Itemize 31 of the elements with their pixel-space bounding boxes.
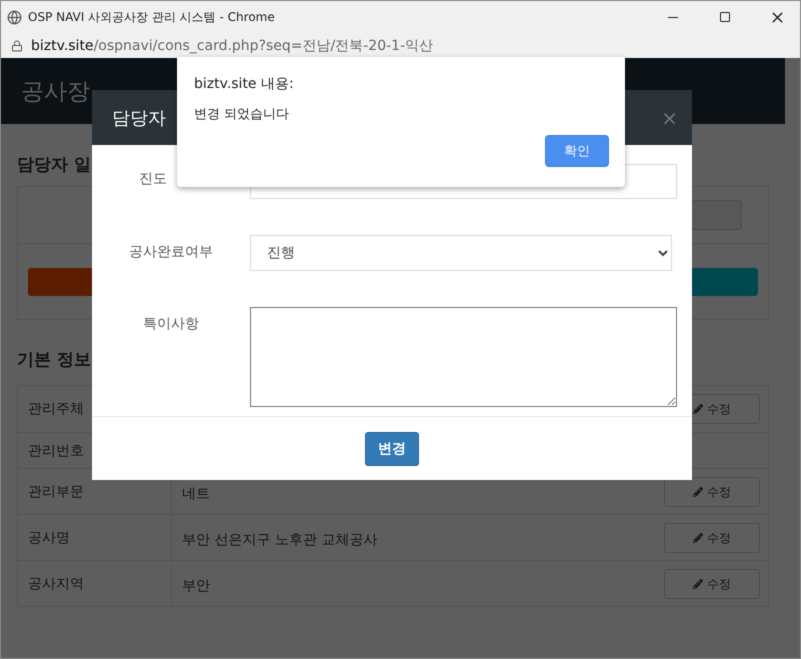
ok-button[interactable]: 확인 — [545, 135, 609, 167]
alert-message: 변경 되었습니다 — [194, 106, 290, 123]
maximize-icon — [719, 11, 731, 23]
modal-title: 담당자 — [112, 106, 166, 130]
window-title: OSP NAVI 사외공사장 관리 시스템 - Chrome — [28, 8, 276, 26]
table-cell: 공사지역 — [18, 561, 172, 606]
edit-button[interactable]: 수정 — [664, 569, 760, 599]
section-title: 기본 정보 — [16, 349, 92, 371]
edit-button[interactable]: 수정 — [664, 523, 760, 553]
globe-icon — [7, 10, 22, 24]
table-cell: 네트 — [182, 485, 210, 503]
pencil-icon — [693, 487, 703, 497]
field-label: 공사완료여부 — [128, 243, 214, 261]
page-title: 공사장 — [21, 78, 90, 106]
pencil-icon — [693, 404, 703, 414]
table-cell: 부안 선은지구 노후관 교체공사 — [182, 531, 378, 549]
select-field[interactable]: 진행 — [250, 235, 672, 271]
edit-button[interactable]: 수정 — [664, 477, 760, 507]
minimize-icon — [668, 16, 678, 18]
close-button[interactable]: × — [661, 106, 678, 130]
table-cell: 공사명 — [18, 515, 172, 560]
lock-icon — [11, 40, 23, 52]
field-label: 특이사항 — [142, 315, 200, 333]
table-cell: 부안 — [182, 577, 210, 595]
section-title: 담당자 일 — [16, 154, 92, 176]
text-area[interactable] — [250, 307, 677, 407]
alert-title: biztv.site 내용: — [194, 75, 295, 93]
submit-button[interactable]: 변경 — [365, 432, 419, 466]
pencil-icon — [693, 579, 703, 589]
field-label: 진도 — [138, 170, 168, 188]
pencil-icon — [693, 533, 703, 543]
